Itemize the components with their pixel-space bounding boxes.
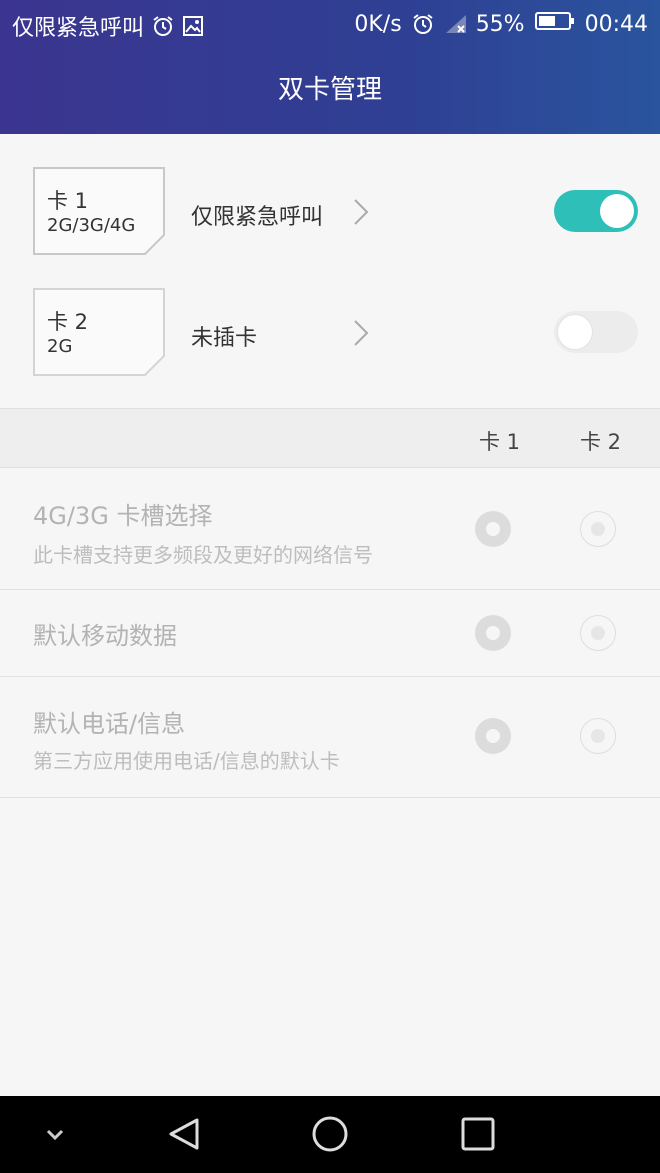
sim-status: 未插卡 xyxy=(191,326,258,351)
column-card-1: 卡 1 xyxy=(479,430,521,454)
option-slot-select: 4G/3G 卡槽选择 此卡槽支持更多频段及更好的网络信号 xyxy=(0,469,660,590)
sim-name: 卡 2 xyxy=(47,310,89,334)
option-default-call: 默认电话/信息 第三方应用使用电话/信息的默认卡 xyxy=(0,677,660,798)
carrier-text: 仅限紧急呼叫 xyxy=(12,16,145,41)
battery-percent: 55% xyxy=(475,11,525,37)
sim-type: 2G xyxy=(47,336,73,357)
signal-icon xyxy=(444,13,466,35)
alarm-icon xyxy=(412,13,434,35)
chevron-down-icon[interactable] xyxy=(40,1120,70,1154)
toggle-knob xyxy=(558,315,592,349)
net-speed: 0K/s xyxy=(354,11,402,37)
image-icon xyxy=(182,15,204,37)
radio-card-1[interactable] xyxy=(475,511,511,547)
column-card-2: 卡 2 xyxy=(580,430,622,454)
option-subtitle: 此卡槽支持更多频段及更好的网络信号 xyxy=(33,543,373,567)
radio-card-2[interactable] xyxy=(580,511,616,547)
sim-2-toggle[interactable] xyxy=(554,311,638,353)
recents-icon[interactable] xyxy=(458,1114,498,1158)
radio-card-2[interactable] xyxy=(580,615,616,651)
sim-type: 2G/3G/4G xyxy=(47,215,136,236)
option-title: 4G/3G 卡槽选择 xyxy=(33,502,213,530)
sim-name: 卡 1 xyxy=(47,189,89,213)
option-title: 默认电话/信息 xyxy=(33,710,186,738)
sim-row-2[interactable]: 卡 2 2G 未插卡 xyxy=(0,255,660,376)
radio-card-2[interactable] xyxy=(580,718,616,754)
page-title: 双卡管理 xyxy=(0,48,660,134)
main-content: 卡 1 2G/3G/4G 仅限紧急呼叫 卡 2 2G 未插卡 卡 1 卡 2 4… xyxy=(0,134,660,798)
sim-row-1[interactable]: 卡 1 2G/3G/4G 仅限紧急呼叫 xyxy=(0,134,660,255)
clock: 00:44 xyxy=(584,11,648,37)
navigation-bar xyxy=(0,1096,660,1173)
status-bar: 仅限紧急呼叫 0K/s 55% 00:44 xyxy=(0,0,660,48)
battery-icon xyxy=(534,10,575,38)
sim-status: 仅限紧急呼叫 xyxy=(191,205,324,230)
back-icon[interactable] xyxy=(165,1114,205,1158)
home-icon[interactable] xyxy=(310,1114,350,1158)
chevron-right-icon xyxy=(352,319,370,351)
sim-card-2-icon: 卡 2 2G xyxy=(33,288,165,376)
radio-card-1[interactable] xyxy=(475,718,511,754)
sim-1-toggle[interactable] xyxy=(554,190,638,232)
sim-card-1-icon: 卡 1 2G/3G/4G xyxy=(33,167,165,255)
toggle-knob xyxy=(600,194,634,228)
radio-card-1[interactable] xyxy=(475,615,511,651)
chevron-right-icon xyxy=(352,198,370,230)
option-default-data: 默认移动数据 xyxy=(0,590,660,677)
alarm-icon xyxy=(152,15,174,37)
column-header: 卡 1 卡 2 xyxy=(0,408,660,468)
option-title: 默认移动数据 xyxy=(33,622,177,650)
option-subtitle: 第三方应用使用电话/信息的默认卡 xyxy=(33,749,340,773)
